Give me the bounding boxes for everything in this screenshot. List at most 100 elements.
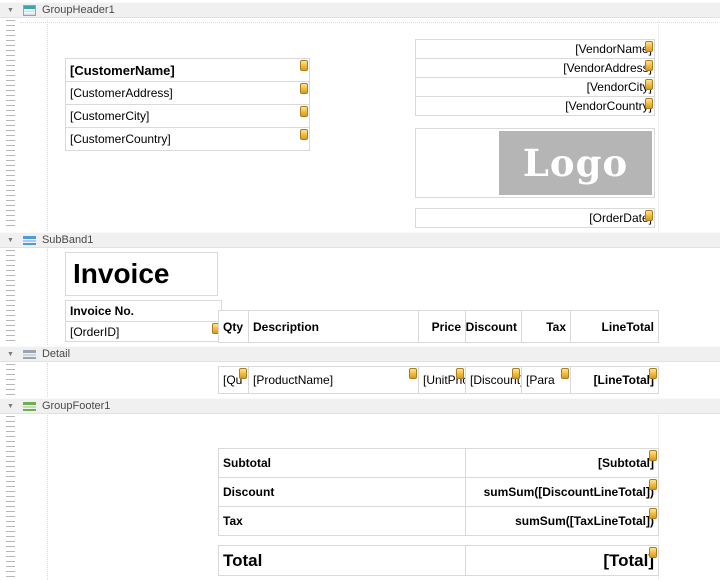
smart-tag-icon[interactable]: [649, 368, 657, 379]
smart-tag-icon[interactable]: [649, 547, 657, 558]
column-header-qty-text: Qty: [223, 320, 243, 334]
vertical-ruler: [6, 20, 15, 230]
customer-country-field[interactable]: [CustomerCountry]: [65, 127, 310, 151]
margin-guide-left: [47, 20, 48, 231]
footer-row-total: Total [Total]: [218, 545, 659, 576]
margin-guide-horizontal: [20, 22, 718, 23]
smart-tag-icon[interactable]: [561, 368, 569, 379]
tax-label-text: Tax: [223, 514, 243, 528]
margin-guide-right: [658, 20, 659, 231]
detail-cell-unit-price[interactable]: [UnitPric: [419, 366, 466, 394]
smart-tag-icon[interactable]: [645, 210, 653, 221]
band-label-group-header: GroupHeader1: [42, 4, 115, 16]
detail-cell-tax-parameter[interactable]: [Para: [522, 366, 571, 394]
vendor-city-field[interactable]: [VendorCity]: [415, 77, 655, 97]
logo-text: Logo: [523, 141, 628, 185]
detail-row: [Qu [ProductName] [UnitPric [Discount] […: [218, 366, 659, 394]
band-label-sub-band: SubBand1: [42, 234, 93, 246]
invoice-no-label[interactable]: Invoice No.: [65, 300, 222, 322]
customer-address-field[interactable]: [CustomerAddress]: [65, 81, 310, 105]
band-bar-sub-band[interactable]: ▼ SubBand1: [0, 232, 720, 248]
column-header-discount-text: Discount: [466, 320, 517, 334]
detail-tax-parameter-text: [Para: [526, 373, 555, 387]
vendor-country-text: [VendorCountry]: [565, 99, 652, 113]
band-bar-group-header[interactable]: ▼ GroupHeader1: [0, 2, 720, 18]
footer-row-tax: Tax sumSum([TaxLineTotal]): [218, 506, 659, 536]
vertical-ruler: [6, 364, 15, 396]
order-id-field[interactable]: [OrderID]: [65, 321, 222, 342]
collapse-arrow-icon[interactable]: ▼: [7, 7, 14, 14]
column-header-price[interactable]: Price: [419, 310, 466, 343]
customer-name-field[interactable]: [CustomerName]: [65, 58, 310, 82]
collapse-arrow-icon[interactable]: ▼: [7, 237, 14, 244]
band-bar-detail[interactable]: ▼ Detail: [0, 346, 720, 362]
column-header-description[interactable]: Description: [249, 310, 419, 343]
customer-address-text: [CustomerAddress]: [70, 86, 173, 100]
detail-cell-discount[interactable]: [Discount]: [466, 366, 522, 394]
vendor-name-field[interactable]: [VendorName]: [415, 39, 655, 59]
smart-tag-icon[interactable]: [512, 368, 520, 379]
group-footer-band-icon: [23, 401, 36, 412]
tax-value-text: sumSum([TaxLineTotal]): [515, 514, 654, 528]
customer-country-text: [CustomerCountry]: [70, 132, 171, 146]
band-label-detail: Detail: [42, 348, 70, 360]
total-label[interactable]: Total: [218, 545, 466, 576]
column-header-description-text: Description: [253, 320, 319, 334]
smart-tag-icon[interactable]: [649, 479, 657, 490]
discount-label[interactable]: Discount: [218, 477, 466, 507]
vendor-address-field[interactable]: [VendorAddress]: [415, 58, 655, 78]
customer-city-text: [CustomerCity]: [70, 109, 149, 123]
logo-image: Logo: [499, 131, 652, 195]
vendor-country-field[interactable]: [VendorCountry]: [415, 96, 655, 116]
smart-tag-icon[interactable]: [456, 368, 464, 379]
column-header-tax-text: Tax: [546, 320, 566, 334]
margin-guide-left: [47, 363, 48, 397]
smart-tag-icon[interactable]: [645, 98, 653, 109]
customer-name-text: [CustomerName]: [70, 63, 175, 78]
discount-value-field[interactable]: sumSum([DiscountLineTotal]): [466, 477, 659, 507]
column-header-tax[interactable]: Tax: [522, 310, 571, 343]
tax-label[interactable]: Tax: [218, 506, 466, 536]
smart-tag-icon[interactable]: [649, 450, 657, 461]
order-date-text: [OrderDate]: [589, 211, 652, 225]
smart-tag-icon[interactable]: [300, 106, 308, 117]
sub-band-icon: [23, 235, 36, 246]
column-header-linetotal-text: LineTotal: [602, 320, 654, 334]
collapse-arrow-icon[interactable]: ▼: [7, 351, 14, 358]
total-value-field[interactable]: [Total]: [466, 545, 659, 576]
subtotal-label[interactable]: Subtotal: [218, 448, 466, 478]
order-date-field[interactable]: [OrderDate]: [415, 208, 655, 228]
order-id-text: [OrderID]: [70, 325, 119, 339]
column-header-linetotal[interactable]: LineTotal: [571, 310, 659, 343]
margin-guide-left: [47, 415, 48, 580]
detail-cell-product-name[interactable]: [ProductName]: [249, 366, 419, 394]
smart-tag-icon[interactable]: [645, 79, 653, 90]
smart-tag-icon[interactable]: [645, 60, 653, 71]
smart-tag-icon[interactable]: [649, 508, 657, 519]
column-header-discount[interactable]: Discount: [466, 310, 522, 343]
invoice-title-text: Invoice: [73, 258, 169, 290]
band-bar-group-footer[interactable]: ▼ GroupFooter1: [0, 398, 720, 414]
detail-cell-line-total[interactable]: [LineTotal]: [571, 366, 659, 394]
smart-tag-icon[interactable]: [300, 60, 308, 71]
detail-cell-quantity[interactable]: [Qu: [218, 366, 249, 394]
subtotal-value-field[interactable]: [Subtotal]: [466, 448, 659, 478]
total-value-text: [Total]: [603, 551, 654, 571]
footer-row-subtotal: Subtotal [Subtotal]: [218, 448, 659, 478]
column-header-price-text: Price: [432, 320, 461, 334]
invoice-title-label[interactable]: Invoice: [65, 252, 218, 296]
vendor-address-text: [VendorAddress]: [563, 61, 652, 75]
collapse-arrow-icon[interactable]: ▼: [7, 403, 14, 410]
smart-tag-icon[interactable]: [645, 41, 653, 52]
customer-city-field[interactable]: [CustomerCity]: [65, 104, 310, 128]
tax-value-field[interactable]: sumSum([TaxLineTotal]): [466, 506, 659, 536]
discount-value-text: sumSum([DiscountLineTotal]): [484, 485, 654, 499]
column-header-qty[interactable]: Qty: [218, 310, 249, 343]
smart-tag-icon[interactable]: [300, 83, 308, 94]
report-designer-canvas: ▼ GroupHeader1 [CustomerName] [CustomerA…: [0, 0, 720, 580]
smart-tag-icon[interactable]: [239, 368, 247, 379]
footer-row-discount: Discount sumSum([DiscountLineTotal]): [218, 477, 659, 507]
smart-tag-icon[interactable]: [300, 129, 308, 140]
smart-tag-icon[interactable]: [409, 368, 417, 379]
logo-picture-box[interactable]: Logo: [415, 128, 655, 198]
